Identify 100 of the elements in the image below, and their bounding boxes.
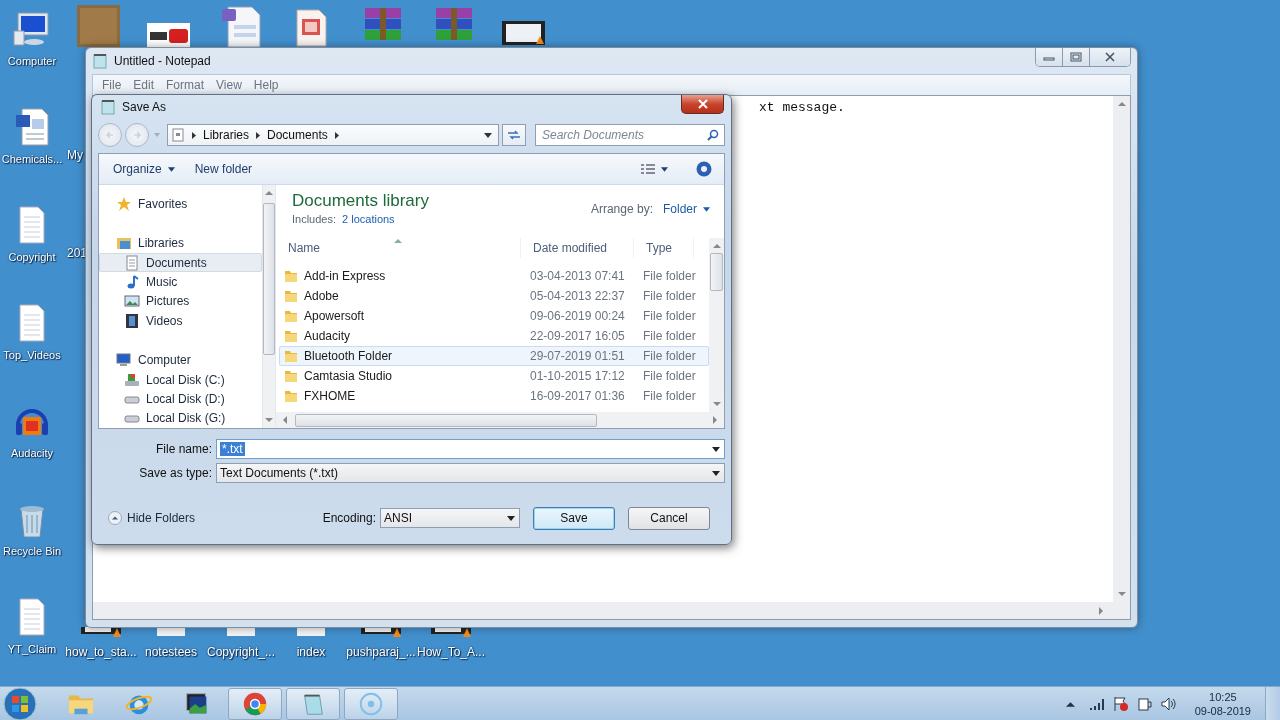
- date-modified: 29-07-2019 01:51: [529, 349, 626, 363]
- video-file-icon[interactable]: [502, 21, 545, 45]
- archive-icon[interactable]: [434, 8, 474, 41]
- menu-item[interactable]: View: [211, 78, 249, 92]
- scroll-thumb[interactable]: [263, 203, 275, 355]
- dropdown-caret-icon: [712, 446, 720, 452]
- cancel-button[interactable]: Cancel: [628, 506, 710, 530]
- file-row[interactable]: Apowersoft 09-06-2019 00:24 File folder: [279, 306, 709, 326]
- dropdown-caret-icon[interactable]: [484, 132, 492, 138]
- date-modified: 01-10-2015 17:12: [529, 369, 626, 383]
- chevron-icon[interactable]: [192, 131, 196, 139]
- nav-item[interactable]: Favorites: [99, 194, 262, 214]
- forward-arrow-icon: [132, 130, 142, 140]
- encoding-dropdown[interactable]: ANSI: [380, 508, 520, 528]
- close-icon: [1104, 52, 1116, 62]
- document-icon[interactable]: [220, 5, 262, 47]
- breadcrumb-item[interactable]: Documents: [267, 128, 328, 142]
- new-folder-button[interactable]: New folder: [188, 160, 259, 178]
- address-bar[interactable]: Libraries Documents: [167, 124, 499, 146]
- minimize-button[interactable]: [1036, 48, 1063, 66]
- file-type: File folder: [642, 369, 695, 383]
- close-button[interactable]: [681, 95, 724, 114]
- picture-icon: [124, 293, 140, 310]
- nav-item[interactable]: Computer: [99, 350, 262, 370]
- save-button[interactable]: Save: [533, 506, 615, 530]
- arrange-label: Arrange by:: [590, 202, 653, 216]
- vertical-scrollbar[interactable]: [262, 185, 275, 428]
- vertical-scrollbar[interactable]: [1113, 96, 1130, 602]
- maximize-button[interactable]: [1063, 48, 1090, 66]
- presentation-icon[interactable]: [296, 9, 327, 47]
- dialog-title: Save As: [122, 100, 167, 114]
- chevron-icon[interactable]: [256, 131, 261, 139]
- nav-item[interactable]: Local Disk (D:): [99, 389, 262, 409]
- file-type: File folder: [642, 309, 695, 323]
- nav-item[interactable]: Libraries: [99, 233, 262, 253]
- file-row[interactable]: Bluetooth Folder 29-07-2019 01:51 File folder: [279, 346, 709, 366]
- save-as-type-label: Save as type:: [138, 466, 212, 480]
- file-name: Camtasia Studio: [304, 369, 393, 383]
- show-hidden-icons-icon[interactable]: [1065, 700, 1075, 707]
- nav-item[interactable]: Local Disk (G:): [99, 408, 262, 429]
- folder-icon: [284, 349, 298, 363]
- clock[interactable]: 10:25 09-08-2019: [1194, 689, 1251, 718]
- volume-icon[interactable]: [1160, 695, 1177, 712]
- file-row[interactable]: Camtasia Studio 01-10-2015 17:12 File folder: [279, 366, 709, 386]
- folder-icon: [284, 389, 298, 403]
- close-button[interactable]: [1090, 48, 1130, 66]
- file-row[interactable]: Adobe 05-04-2013 22:37 File folder: [279, 286, 709, 306]
- file-name-label: File name:: [154, 442, 212, 456]
- file-name: Audacity: [304, 329, 351, 343]
- film-icon: [124, 312, 140, 329]
- caret-icon: [167, 166, 175, 172]
- date-modified: 05-04-2013 22:37: [529, 289, 626, 303]
- scroll-down-icon: [265, 418, 273, 423]
- file-name-field[interactable]: *.txt: [216, 439, 725, 459]
- start-button[interactable]: [2, 685, 38, 720]
- flag-icon[interactable]: [1112, 695, 1129, 712]
- nav-item[interactable]: Documents: [99, 252, 262, 273]
- refresh-button[interactable]: [502, 124, 526, 146]
- column-header[interactable]: Name: [276, 238, 521, 258]
- scroll-thumb[interactable]: [295, 413, 597, 427]
- breadcrumb-item[interactable]: Libraries: [203, 128, 250, 142]
- file-row[interactable]: Audacity 22-09-2017 16:05 File folder: [279, 326, 709, 346]
- list-view-icon: [641, 164, 655, 174]
- file-name: FXHOME: [304, 389, 356, 403]
- nav-item[interactable]: Music: [99, 272, 262, 292]
- video-file-icon[interactable]: [81, 627, 121, 637]
- horizontal-scrollbar[interactable]: [276, 412, 724, 428]
- nav-item[interactable]: Local Disk (C:): [99, 369, 262, 390]
- computer-icon[interactable]: [12, 9, 52, 49]
- computer-icon: [116, 352, 132, 369]
- help-icon[interactable]: [696, 161, 712, 177]
- chevron-icon[interactable]: [334, 131, 339, 139]
- archive-icon[interactable]: [363, 8, 403, 41]
- menu-item[interactable]: Format: [161, 78, 212, 92]
- dropdown-caret-icon: [712, 470, 720, 476]
- hide-folders-button[interactable]: Hide Folders: [108, 511, 196, 525]
- locations-link[interactable]: 2 locations: [342, 213, 395, 225]
- encoding-label: Encoding:: [322, 511, 376, 525]
- save-as-type-dropdown[interactable]: Text Documents (*.txt): [216, 463, 725, 483]
- menu-item[interactable]: Help: [248, 78, 286, 92]
- file-row[interactable]: Add-in Express 03-04-2013 07:41 File folder: [279, 266, 709, 286]
- search-field[interactable]: Search Documents: [535, 124, 725, 146]
- column-header[interactable]: Date modified: [521, 238, 634, 258]
- column-header[interactable]: Type: [634, 238, 694, 258]
- date-modified: 09-06-2019 00:24: [529, 309, 626, 323]
- nav-item[interactable]: Videos: [99, 311, 262, 331]
- horizontal-scrollbar[interactable]: [93, 602, 1130, 619]
- close-icon: [696, 99, 709, 109]
- organize-button[interactable]: Organize: [107, 160, 181, 178]
- scroll-thumb[interactable]: [710, 253, 723, 291]
- menu-item[interactable]: File: [97, 78, 129, 92]
- vertical-scrollbar[interactable]: [709, 238, 724, 412]
- file-type: File folder: [642, 349, 695, 363]
- file-row[interactable]: FXHOME 16-09-2017 01:36 File folder: [279, 386, 709, 406]
- caret-icon: [661, 166, 668, 172]
- window-title: Untitled - Notepad: [114, 54, 211, 68]
- arrange-dropdown[interactable]: Folder: [663, 202, 710, 216]
- nav-item[interactable]: Pictures: [99, 291, 262, 312]
- menu-item[interactable]: Edit: [128, 78, 162, 92]
- file-type: File folder: [642, 389, 695, 403]
